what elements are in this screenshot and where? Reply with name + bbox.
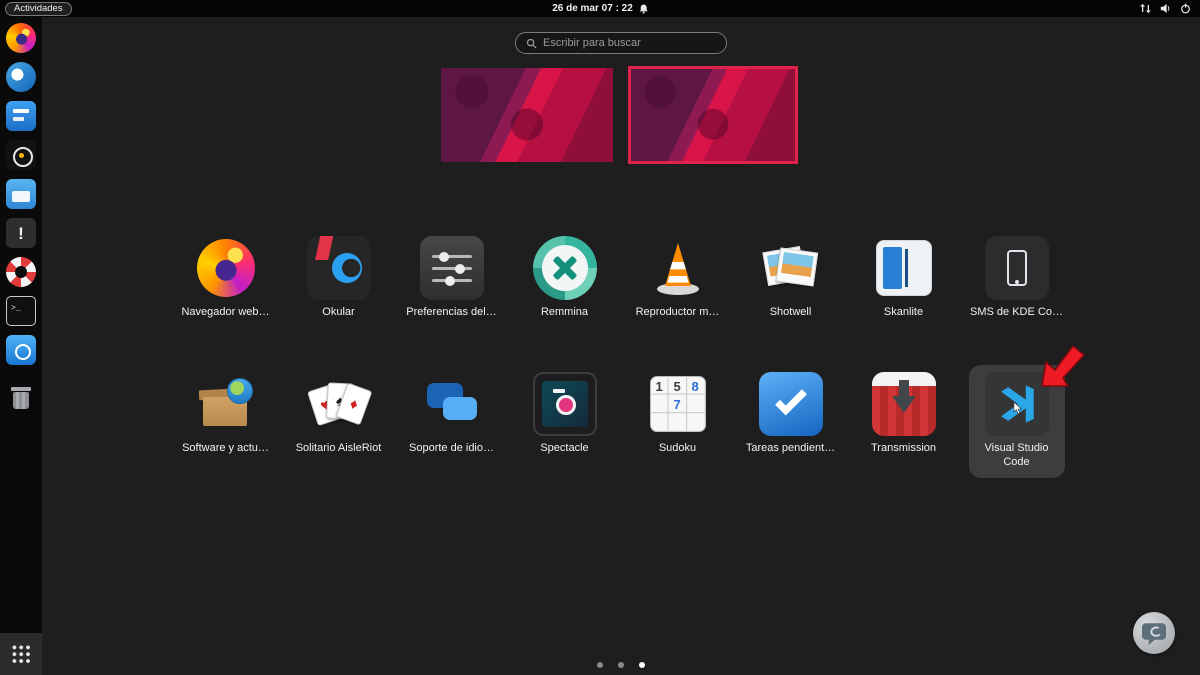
app-label: Transmission bbox=[871, 442, 936, 454]
app-okular[interactable]: Okular bbox=[282, 229, 395, 328]
network-icon bbox=[1140, 3, 1151, 14]
photos-stack-icon bbox=[759, 236, 823, 300]
show-applications-button[interactable] bbox=[0, 633, 42, 675]
app-label: Soporte de idio… bbox=[409, 442, 494, 454]
wallpaper bbox=[631, 69, 795, 161]
app-label: Visual Studio Code bbox=[984, 442, 1049, 469]
speech-bubble-icon bbox=[1142, 623, 1166, 645]
dock-help[interactable] bbox=[6, 257, 36, 287]
download-arrow-icon bbox=[871, 372, 936, 436]
workspace-thumbnail-1[interactable] bbox=[441, 68, 613, 162]
phone-sms-icon bbox=[984, 236, 1049, 300]
app-label: Navegador web… bbox=[181, 306, 270, 318]
mouse-cursor-icon bbox=[1013, 402, 1022, 415]
app-label: Sudoku bbox=[658, 442, 697, 454]
app-label: Remmina bbox=[540, 306, 589, 318]
app-skanlite[interactable]: Skanlite bbox=[847, 229, 960, 328]
app-spectacle[interactable]: Spectacle bbox=[508, 365, 621, 478]
system-status-area[interactable] bbox=[1140, 0, 1191, 17]
sudoku-grid-icon: 1 5 8 7 bbox=[646, 372, 710, 436]
dock-terminal[interactable]: >_ bbox=[6, 296, 36, 326]
app-soporte-idiomas[interactable]: Soporte de idio… bbox=[395, 365, 508, 478]
app-label: Spectacle bbox=[540, 442, 589, 454]
files-icon bbox=[6, 179, 36, 209]
clock-label: 26 de mar 07 : 22 bbox=[552, 3, 633, 14]
search-icon bbox=[526, 38, 537, 49]
dock-camera[interactable] bbox=[6, 140, 36, 170]
page-dot-3-active[interactable] bbox=[639, 662, 645, 668]
app-reproductor-vlc[interactable]: Reproductor m… bbox=[621, 229, 734, 328]
app-label: SMS de KDE Co… bbox=[970, 306, 1063, 318]
page-dot-1[interactable] bbox=[597, 662, 603, 668]
screenshot-icon bbox=[6, 335, 36, 365]
app-aisleriot[interactable]: ♥ ♠ ♦ Solitario AisleRiot bbox=[282, 365, 395, 478]
top-bar: Actividades 26 de mar 07 : 22 bbox=[0, 0, 1200, 17]
search-bar[interactable] bbox=[515, 32, 727, 54]
dock: ! >_ bbox=[0, 17, 42, 675]
lifebuoy-icon bbox=[6, 257, 36, 287]
trash-icon bbox=[6, 383, 36, 413]
annotation-red-arrow bbox=[1041, 345, 1085, 387]
settings-sliders-icon bbox=[419, 236, 484, 300]
software-box-globe-icon bbox=[194, 372, 258, 436]
app-label: Okular bbox=[322, 306, 355, 318]
clock-button[interactable]: 26 de mar 07 : 22 bbox=[552, 0, 648, 17]
dock-files[interactable] bbox=[6, 179, 36, 209]
app-remmina[interactable]: Remmina bbox=[508, 229, 621, 328]
notification-bell-icon bbox=[639, 4, 648, 14]
warning-icon: ! bbox=[6, 218, 36, 248]
email-icon bbox=[6, 62, 36, 92]
activities-button[interactable]: Actividades bbox=[5, 1, 72, 16]
page-indicator bbox=[42, 662, 1200, 668]
app-sudoku[interactable]: 1 5 8 7 Sudoku bbox=[621, 365, 734, 478]
search-input[interactable] bbox=[543, 37, 716, 49]
okular-icon bbox=[306, 236, 371, 300]
gnome-activities-overview: Actividades 26 de mar 07 : 22 ! >_ Escri… bbox=[0, 0, 1200, 675]
firefox-icon bbox=[6, 23, 36, 53]
app-software-actualizaciones[interactable]: Software y actu… bbox=[169, 365, 282, 478]
power-icon bbox=[1181, 3, 1190, 14]
dock-email[interactable] bbox=[6, 62, 36, 92]
dock-warning[interactable]: ! bbox=[6, 218, 36, 248]
app-shotwell[interactable]: Shotwell bbox=[734, 229, 847, 328]
app-grid-row-2: Software y actu… ♥ ♠ ♦ Solitario AisleRi… bbox=[42, 365, 1200, 479]
app-label: Reproductor m… bbox=[635, 306, 720, 318]
app-kde-connect-sms[interactable]: SMS de KDE Co… bbox=[960, 229, 1073, 328]
app-navegador-web[interactable]: Navegador web… bbox=[169, 229, 282, 328]
speech-bubbles-icon bbox=[420, 372, 484, 436]
app-transmission[interactable]: Transmission bbox=[847, 365, 960, 478]
app-tareas-pendientes[interactable]: Tareas pendient… bbox=[734, 365, 847, 478]
app-preferencias[interactable]: Preferencias del… bbox=[395, 229, 508, 328]
app-label: Preferencias del… bbox=[406, 306, 497, 318]
dock-trash[interactable] bbox=[6, 383, 36, 413]
firefox-icon bbox=[194, 236, 258, 300]
terminal-icon: >_ bbox=[6, 296, 36, 326]
dock-screenshot[interactable] bbox=[6, 335, 36, 365]
volume-icon bbox=[1160, 3, 1170, 14]
app-label: Skanlite bbox=[883, 306, 924, 318]
scanner-icon bbox=[872, 236, 936, 300]
app-label: Software y actu… bbox=[182, 442, 269, 454]
checkmark-icon bbox=[758, 372, 823, 436]
camera-icon bbox=[6, 140, 36, 170]
document-icon bbox=[6, 101, 36, 131]
playing-cards-icon: ♥ ♠ ♦ bbox=[306, 372, 372, 436]
workspace-thumbnail-2-active[interactable] bbox=[628, 66, 798, 164]
app-label: Shotwell bbox=[769, 306, 812, 318]
app-grid-row-1: Navegador web… Okular Preferencias del… … bbox=[42, 229, 1200, 328]
app-grid-icon bbox=[11, 644, 31, 664]
vlc-cone-icon bbox=[646, 236, 710, 300]
app-label: Solitario AisleRiot bbox=[295, 442, 382, 454]
app-label: Tareas pendient… bbox=[745, 442, 836, 454]
dock-firefox[interactable] bbox=[6, 23, 36, 53]
dock-documents[interactable] bbox=[6, 101, 36, 131]
remmina-icon bbox=[532, 236, 597, 300]
page-dot-2[interactable] bbox=[618, 662, 624, 668]
monitor-camera-icon bbox=[532, 372, 597, 436]
watermark-logo bbox=[1133, 612, 1175, 654]
wallpaper bbox=[441, 68, 613, 162]
